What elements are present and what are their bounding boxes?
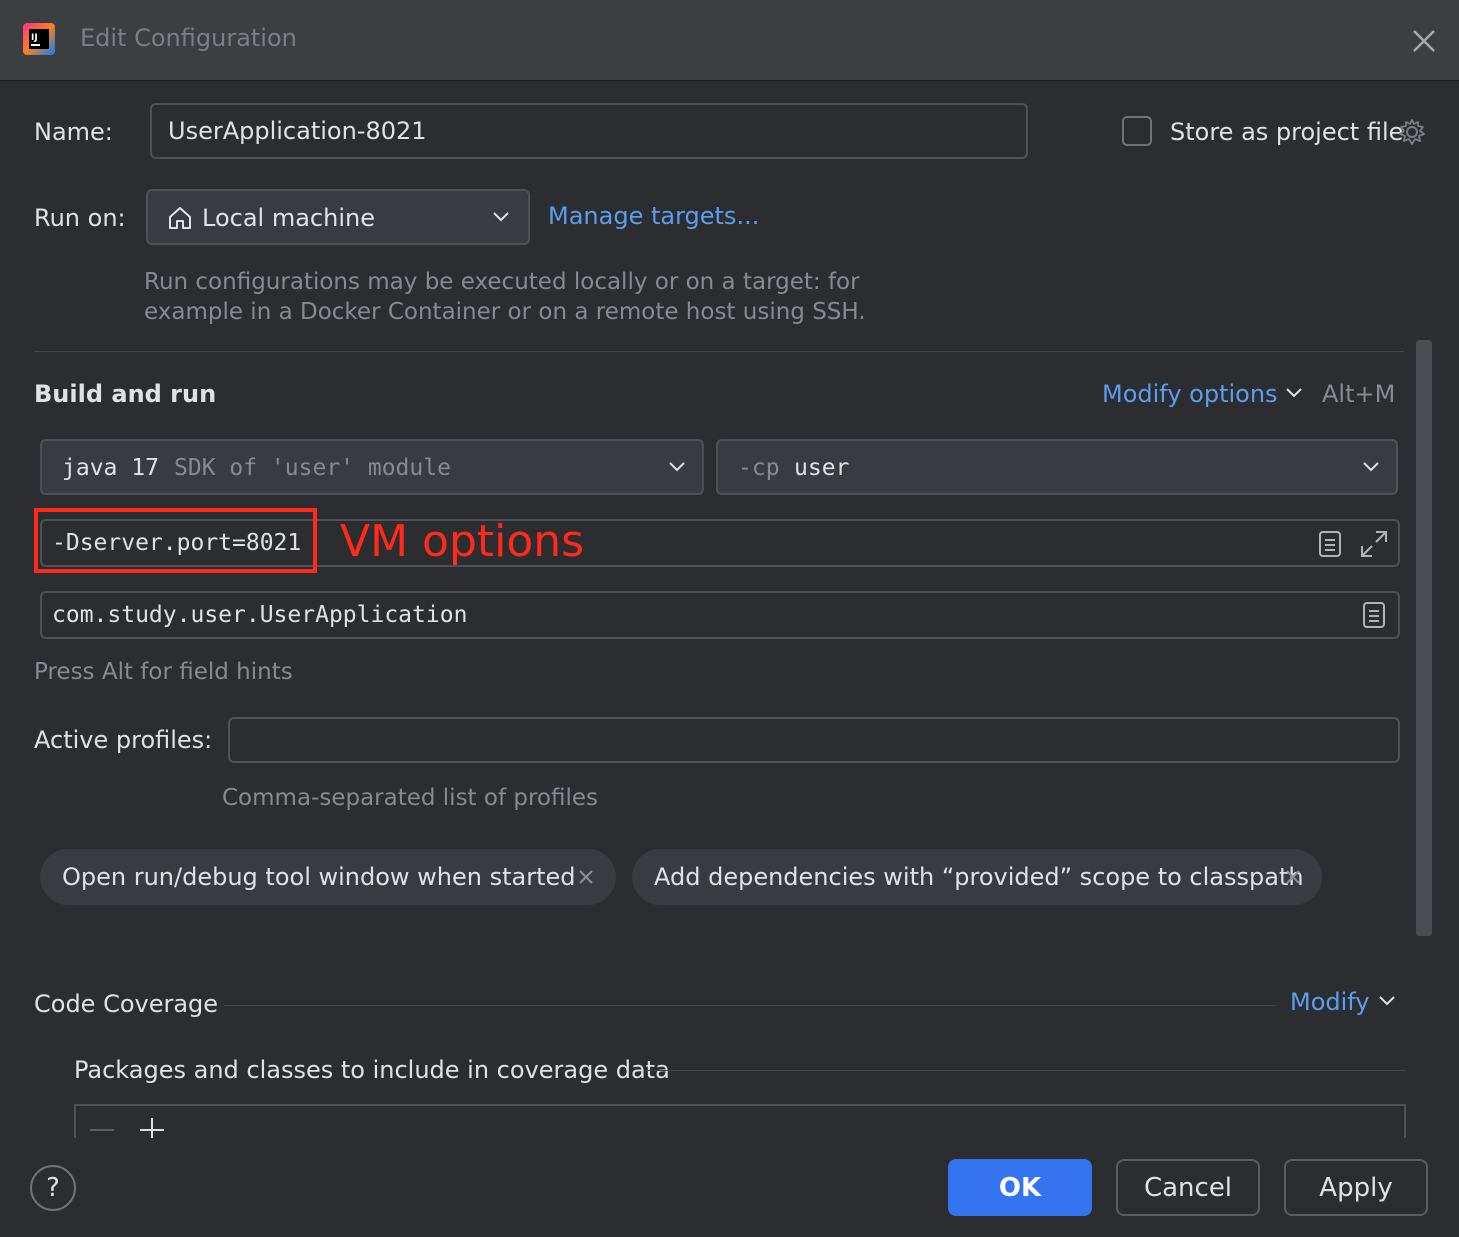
home-icon bbox=[169, 207, 191, 229]
divider bbox=[224, 1005, 1276, 1006]
chevron-down-icon bbox=[493, 212, 509, 222]
coverage-modify-link[interactable]: Modify bbox=[1290, 988, 1370, 1016]
packages-label: Packages and classes to include in cover… bbox=[74, 1056, 670, 1084]
divider bbox=[646, 1070, 1406, 1071]
apply-button[interactable]: Apply bbox=[1284, 1159, 1428, 1216]
packages-list[interactable] bbox=[74, 1104, 1406, 1142]
option-chip[interactable]: Open run/debug tool window when started bbox=[40, 849, 616, 905]
apply-label: Apply bbox=[1319, 1172, 1393, 1203]
run-on-hint-line1: Run configurations may be executed local… bbox=[144, 269, 860, 295]
run-on-dropdown[interactable]: Local machine bbox=[146, 189, 530, 245]
modify-options-link[interactable]: Modify options bbox=[1102, 380, 1278, 408]
cancel-label: Cancel bbox=[1143, 1172, 1233, 1203]
help-button[interactable]: ? bbox=[30, 1165, 76, 1211]
chevron-down-icon bbox=[669, 462, 685, 472]
main-class-value: com.study.user.UserApplication bbox=[52, 602, 468, 628]
classpath-dropdown[interactable]: -cp user bbox=[716, 439, 1398, 495]
help-icon: ? bbox=[46, 1173, 60, 1203]
cancel-button[interactable]: Cancel bbox=[1116, 1159, 1260, 1216]
cp-flag: -cp bbox=[738, 455, 780, 481]
manage-targets-link[interactable]: Manage targets... bbox=[548, 202, 759, 230]
name-label: Name: bbox=[34, 118, 113, 146]
chevron-down-icon[interactable] bbox=[1285, 387, 1303, 399]
run-on-hint-line2: example in a Docker Container or on a re… bbox=[144, 299, 866, 325]
main-class-field[interactable]: com.study.user.UserApplication bbox=[40, 591, 1400, 639]
expand-icon[interactable] bbox=[1358, 528, 1390, 560]
chevron-down-icon[interactable] bbox=[1378, 995, 1396, 1007]
title-bar: IJ Edit Configuration bbox=[0, 0, 1459, 81]
close-icon[interactable] bbox=[578, 869, 594, 885]
active-profiles-hint: Comma-separated list of profiles bbox=[222, 785, 598, 811]
name-field[interactable]: UserApplication-8021 bbox=[150, 103, 1028, 159]
close-icon[interactable] bbox=[1407, 24, 1441, 58]
jdk-dropdown[interactable]: java 17 SDK of 'user' module bbox=[40, 439, 704, 495]
run-on-label: Run on: bbox=[34, 204, 126, 232]
active-profiles-label: Active profiles: bbox=[34, 726, 213, 754]
jdk-value: java 17 bbox=[62, 455, 159, 481]
store-project-checkbox[interactable] bbox=[1122, 116, 1152, 146]
chip-label: Open run/debug tool window when started bbox=[62, 863, 576, 891]
shortcut-hint: Alt+M bbox=[1322, 380, 1396, 408]
jdk-hint: SDK of 'user' module bbox=[174, 455, 451, 481]
code-coverage-heading: Code Coverage bbox=[34, 990, 219, 1018]
window-title: Edit Configuration bbox=[80, 24, 297, 52]
field-hints-text: Press Alt for field hints bbox=[34, 659, 293, 685]
gear-icon[interactable] bbox=[1397, 117, 1427, 147]
run-on-value: Local machine bbox=[202, 204, 375, 232]
option-chip[interactable]: Add dependencies with “provided” scope t… bbox=[632, 849, 1322, 905]
divider bbox=[34, 351, 1404, 352]
active-profiles-input[interactable] bbox=[228, 717, 1400, 763]
chip-label: Add dependencies with “provided” scope t… bbox=[654, 863, 1304, 891]
intellij-app-icon: IJ bbox=[23, 23, 55, 55]
minus-icon[interactable] bbox=[88, 1118, 116, 1138]
build-run-heading: Build and run bbox=[34, 380, 217, 408]
store-project-label: Store as project file bbox=[1170, 118, 1404, 146]
ok-button[interactable]: OK bbox=[948, 1159, 1092, 1216]
vm-options-annotation: VM options bbox=[340, 516, 585, 567]
cp-value: user bbox=[794, 455, 850, 481]
scrollbar-thumb[interactable] bbox=[1416, 340, 1432, 936]
document-icon[interactable] bbox=[1318, 530, 1342, 558]
close-icon[interactable] bbox=[1285, 869, 1301, 885]
ok-label: OK bbox=[998, 1172, 1042, 1203]
svg-text:IJ: IJ bbox=[31, 33, 38, 43]
chevron-down-icon bbox=[1363, 462, 1379, 472]
document-icon[interactable] bbox=[1362, 601, 1386, 629]
name-value: UserApplication-8021 bbox=[168, 117, 427, 145]
annotation-box bbox=[34, 508, 317, 573]
